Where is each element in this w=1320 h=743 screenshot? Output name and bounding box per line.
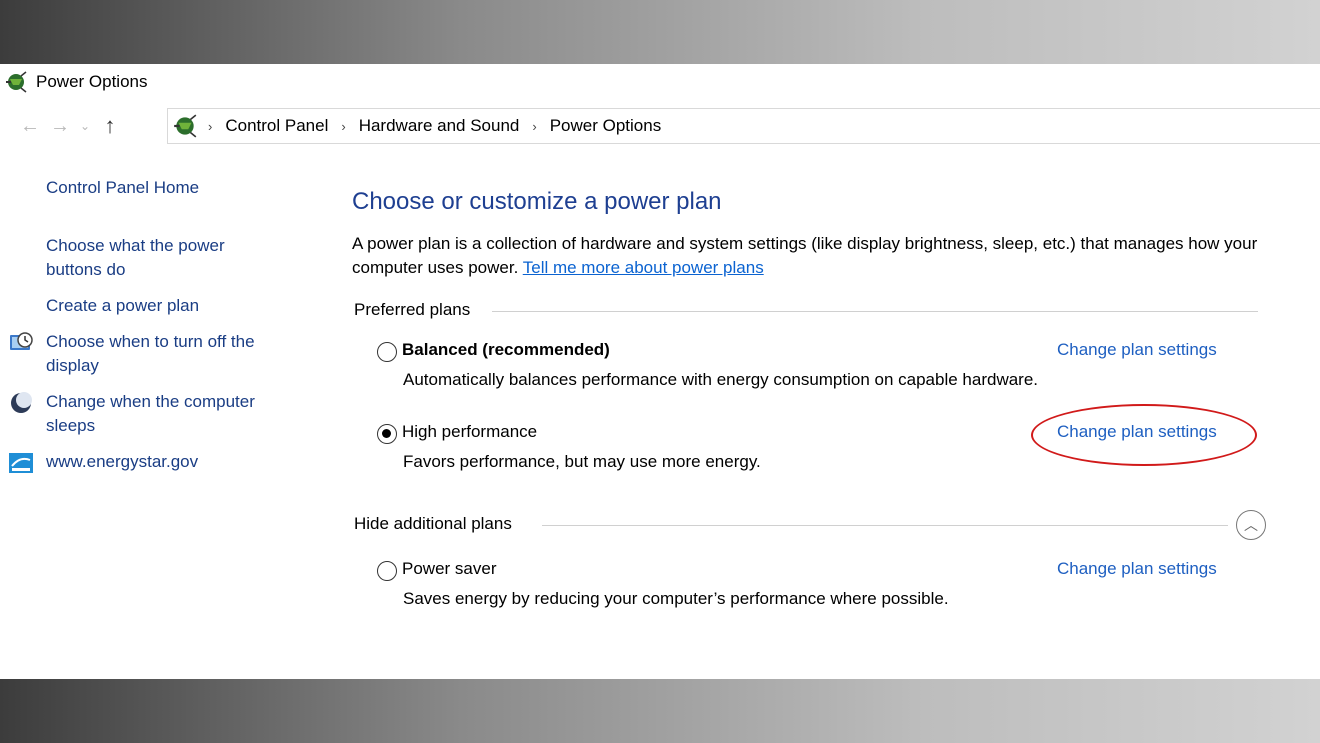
- plan-name-power-saver[interactable]: Power saver: [402, 559, 496, 579]
- plan-desc-power-saver: Saves energy by reducing your computer’s…: [403, 589, 949, 608]
- plan-radio-power-saver[interactable]: [377, 561, 397, 581]
- sidebar-item-power-buttons[interactable]: Choose what the power buttons do: [46, 234, 256, 282]
- up-arrow-icon[interactable]: ↑: [95, 113, 125, 139]
- collapse-chevron-up-icon[interactable]: ︿: [1236, 510, 1266, 540]
- divider: [542, 525, 1228, 526]
- highlight-annotation: [1031, 404, 1257, 466]
- power-options-icon: [6, 71, 27, 93]
- plan-radio-high-performance[interactable]: [377, 424, 397, 444]
- back-arrow-icon[interactable]: ←: [15, 115, 45, 138]
- page-title: Choose or customize a power plan: [352, 188, 722, 215]
- address-bar[interactable]: › Control Panel › Hardware and Sound › P…: [167, 108, 1320, 144]
- breadcrumb-separator-icon[interactable]: ›: [341, 119, 345, 134]
- page-description: A power plan is a collection of hardware…: [352, 232, 1282, 280]
- bottom-gradient-band: [0, 679, 1320, 743]
- sidebar-item-energystar[interactable]: www.energystar.gov: [46, 450, 296, 474]
- preferred-plans-label: Preferred plans: [354, 300, 471, 319]
- plan-desc-balanced: Automatically balances performance with …: [403, 370, 1039, 389]
- plan-name-high-performance[interactable]: High performance: [402, 422, 537, 442]
- navigation-bar: ← → ⌄ ↑ › Control Panel › Hardware and S…: [0, 108, 1320, 144]
- energystar-icon: [9, 453, 33, 473]
- sidebar-item-control-panel-home[interactable]: Control Panel Home: [46, 176, 296, 200]
- change-plan-settings-balanced[interactable]: Change plan settings: [1057, 340, 1217, 360]
- forward-arrow-icon[interactable]: →: [45, 115, 75, 138]
- top-gradient-band: [0, 0, 1320, 64]
- plan-radio-balanced[interactable]: [377, 342, 397, 362]
- breadcrumb-control-panel[interactable]: Control Panel: [225, 116, 328, 136]
- plan-desc-high-performance: Favors performance, but may use more ene…: [403, 452, 761, 471]
- power-options-icon: [174, 114, 197, 138]
- sidebar-item-create-plan[interactable]: Create a power plan: [46, 294, 296, 318]
- sidebar-item-computer-sleeps[interactable]: Change when the computer sleeps: [46, 390, 296, 438]
- breadcrumb-separator-icon[interactable]: ›: [532, 119, 536, 134]
- breadcrumb-separator-icon[interactable]: ›: [208, 119, 212, 134]
- plan-name-balanced[interactable]: Balanced (recommended): [402, 340, 610, 360]
- divider: [492, 311, 1258, 312]
- learn-more-link[interactable]: Tell me more about power plans: [523, 258, 764, 277]
- breadcrumb-hardware-and-sound[interactable]: Hardware and Sound: [359, 116, 520, 136]
- breadcrumb-power-options[interactable]: Power Options: [550, 116, 662, 136]
- recent-locations-chevron-icon[interactable]: ⌄: [75, 119, 95, 133]
- hide-additional-plans-label[interactable]: Hide additional plans: [354, 514, 512, 534]
- title-bar: Power Options: [0, 64, 1320, 100]
- window-title: Power Options: [36, 72, 148, 91]
- power-options-window: Power Options ← → ⌄ ↑ › Control Panel › …: [0, 64, 1320, 679]
- sidebar-item-display-off[interactable]: Choose when to turn off the display: [46, 330, 296, 378]
- change-plan-settings-power-saver[interactable]: Change plan settings: [1057, 559, 1217, 579]
- moon-icon: [11, 392, 32, 413]
- display-clock-icon: [10, 332, 33, 350]
- description-text: A power plan is a collection of hardware…: [352, 234, 1258, 277]
